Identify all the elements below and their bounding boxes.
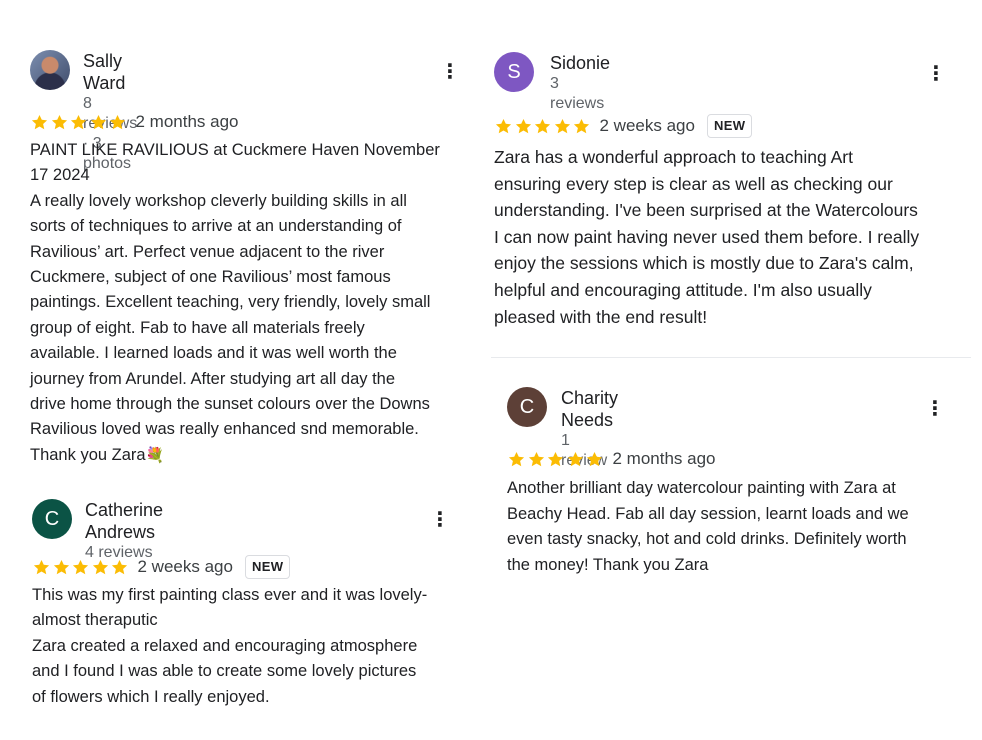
reviewer-name[interactable]: Charity Needs — [561, 387, 618, 431]
star-icon — [515, 118, 531, 134]
review-text-line: ensuring every step is clear as well as … — [494, 173, 893, 194]
review-text-line: Zara has a wonderful approach to teachin… — [494, 147, 853, 167]
reviewer-name[interactable]: Sidonie — [550, 52, 610, 74]
review-text-line: Another brilliant day watercolour painti… — [507, 479, 896, 497]
star-icon — [33, 559, 50, 575]
review-time: 2 months ago — [612, 449, 716, 468]
review-text-line: Ravilious loved was really enhanced snd … — [30, 420, 419, 439]
review-text-line: Ravilious’ art. Perfect venue adjacent t… — [30, 242, 385, 261]
star-icon — [90, 114, 106, 130]
bouquet-icon: 💐 — [145, 446, 165, 464]
review-text-line: enjoy the sessions which is mostly due t… — [494, 253, 914, 274]
review-text-line: the money! Thank you Zara — [507, 555, 709, 574]
star-icon — [70, 114, 87, 130]
star-icon — [508, 451, 525, 467]
review-text-line: understanding. I've been surprised at th… — [494, 200, 918, 221]
review-text-line: Zara created a relaxed and encouraging a… — [32, 636, 418, 655]
review-text: This was my first painting class ever an… — [32, 583, 427, 710]
review-text-line: group of eight. Fab to have all material… — [30, 318, 365, 337]
review-text-line: and I found I was able to create some lo… — [32, 662, 417, 681]
star-icon — [495, 118, 512, 134]
more-vert-icon[interactable]: ⋮ — [440, 62, 460, 82]
review-text-line: Thank you Zara 💐 — [30, 443, 440, 468]
more-vert-icon[interactable]: ⋮ — [430, 510, 450, 530]
review-text-line: paintings. Excellent teaching, very frie… — [30, 293, 431, 312]
star-icon — [72, 559, 89, 575]
review-time: 2 weeks ago — [599, 116, 695, 135]
star-rating — [494, 117, 592, 135]
review-text-line: Beachy Head. Fab all day session, learnt… — [507, 504, 909, 523]
star-rating — [507, 450, 605, 468]
star-icon — [528, 451, 544, 467]
review-text: PAINT LIKE RAVILIOUS at Cuckmere Haven N… — [30, 138, 440, 468]
review-text: Zara has a wonderful approach to teachin… — [494, 144, 919, 330]
review-text-line: This was my first painting class ever an… — [32, 586, 428, 604]
review-time: 2 months ago — [135, 112, 239, 131]
review-text-line: A really lovely workshop cleverly buildi… — [30, 191, 407, 210]
reviewer-meta: 3 reviews — [550, 75, 605, 112]
more-vert-icon[interactable]: ⋮ — [925, 399, 945, 419]
review-text: Another brilliant day watercolour painti… — [507, 476, 909, 578]
review-text-line: sorts of techniques to arrive at an unde… — [30, 217, 402, 236]
star-icon — [109, 114, 126, 130]
star-icon — [31, 114, 48, 130]
review-text-line: I can now paint having never used them b… — [494, 226, 920, 247]
rating-row: 2 weeks ago NEW — [494, 114, 753, 138]
avatar[interactable]: S — [494, 52, 534, 92]
star-icon — [53, 559, 69, 575]
review-text-line: Cuckmere, subject of one Ravilious’ most… — [30, 268, 391, 287]
reviewer-name[interactable]: Sally Ward — [83, 50, 137, 94]
star-icon — [51, 114, 67, 130]
review-text-line: journey from Arundel. After studying art… — [30, 369, 396, 388]
reviewer-info: Sidonie 3 reviews — [550, 52, 610, 114]
avatar[interactable]: C — [507, 387, 547, 427]
rating-row: 2 months ago — [30, 111, 239, 133]
star-icon — [586, 451, 603, 467]
review-text-line: available. I learned loads and it was we… — [30, 344, 397, 363]
star-icon — [567, 451, 583, 467]
review-text-line: 17 2024 — [30, 166, 90, 185]
new-badge: NEW — [706, 114, 753, 138]
review-text-line: almost theraputic — [32, 611, 158, 630]
review-time: 2 weeks ago — [137, 557, 233, 576]
star-icon — [534, 118, 551, 134]
avatar[interactable]: C — [32, 499, 72, 539]
rating-row: 2 weeks ago NEW — [32, 555, 291, 579]
star-icon — [554, 118, 570, 134]
review-text-line: even tasty snacky, hot and cold drinks. … — [507, 530, 907, 549]
star-rating — [32, 558, 130, 576]
review-text-line: of flowers which I really enjoyed. — [32, 687, 270, 706]
reviewer-info: Catherine Andrews 4 reviews — [85, 499, 163, 563]
star-icon — [92, 559, 108, 575]
review-text-line: pleased with the end result! — [494, 306, 708, 327]
star-rating — [30, 113, 128, 131]
divider — [491, 357, 971, 358]
more-vert-icon[interactable]: ⋮ — [926, 64, 946, 84]
review-text-line: drive home through the sunset colours ov… — [30, 395, 430, 414]
review-text-line: PAINT LIKE RAVILIOUS at Cuckmere Haven N… — [30, 141, 440, 159]
star-icon — [573, 118, 590, 134]
avatar[interactable] — [30, 50, 70, 90]
review-text-line: helpful and encouraging attitude. I'm al… — [494, 279, 872, 300]
star-icon — [547, 451, 564, 467]
reviewer-name[interactable]: Catherine Andrews — [85, 499, 163, 543]
rating-row: 2 months ago — [507, 448, 716, 470]
new-badge: NEW — [244, 555, 291, 579]
star-icon — [111, 559, 128, 575]
